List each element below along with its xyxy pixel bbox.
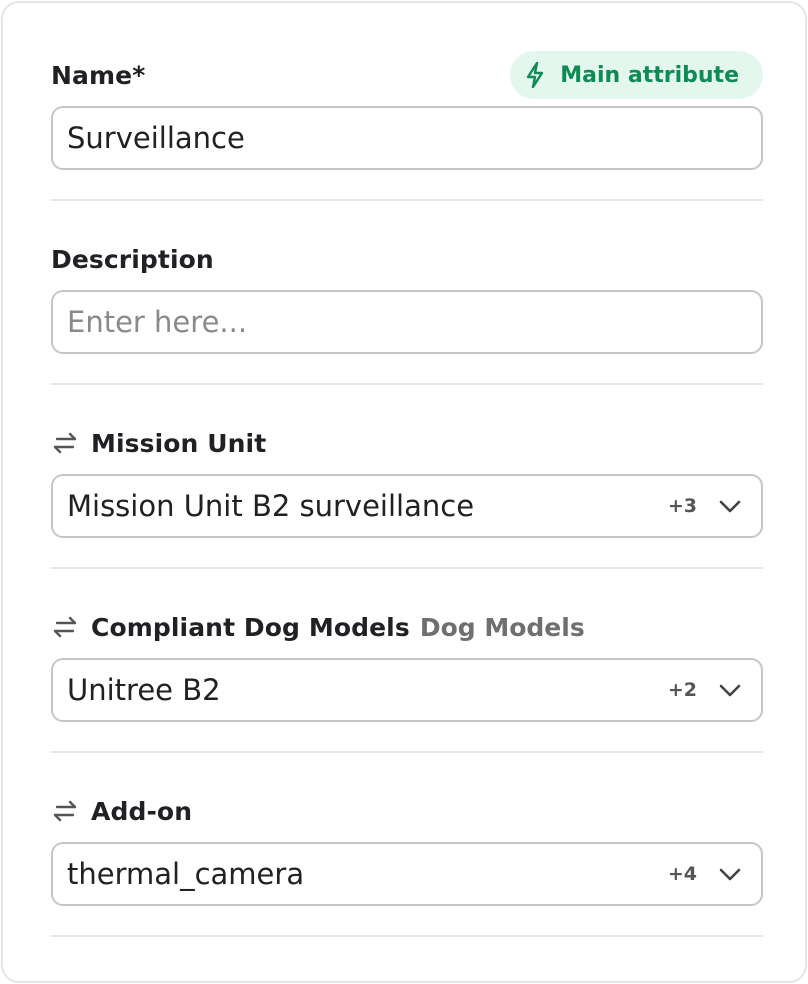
chevron-down-icon[interactable] (717, 493, 743, 519)
compliant-dog-models-select[interactable]: Unitree B2 +2 (51, 658, 763, 722)
name-input[interactable] (67, 121, 727, 155)
add-on-extra-count: +4 (667, 863, 697, 885)
compliant-dog-models-sublabel: Dog Models (419, 612, 585, 642)
mission-unit-label-row: Mission Unit (51, 423, 763, 463)
compliant-dog-models-value: Unitree B2 (67, 673, 221, 707)
name-input-wrapper[interactable] (51, 106, 763, 170)
main-attribute-badge: Main attribute (510, 51, 763, 99)
divider (51, 935, 763, 937)
description-label-row: Description (51, 239, 763, 279)
add-on-value: thermal_camera (67, 857, 305, 891)
arrows-left-right-icon (51, 429, 79, 457)
mission-unit-select[interactable]: Mission Unit B2 surveillance +3 (51, 474, 763, 538)
mission-unit-value: Mission Unit B2 surveillance (67, 489, 475, 523)
compliant-dog-models-extra-count: +2 (667, 679, 697, 701)
mission-unit-label: Mission Unit (91, 428, 267, 458)
divider (51, 383, 763, 385)
attribute-form-card: Name* Main attribute Description (1, 1, 807, 983)
description-input-wrapper[interactable] (51, 290, 763, 354)
description-label: Description (51, 244, 214, 274)
name-label: Name* (51, 60, 146, 90)
arrows-left-right-icon (51, 613, 79, 641)
lightning-bolt-icon (524, 61, 546, 89)
chevron-down-icon[interactable] (717, 861, 743, 887)
main-attribute-badge-label: Main attribute (560, 62, 739, 88)
arrows-left-right-icon (51, 797, 79, 825)
add-on-select[interactable]: thermal_camera +4 (51, 842, 763, 906)
divider (51, 751, 763, 753)
compliant-dog-models-label: Compliant Dog Models (91, 612, 410, 642)
divider (51, 567, 763, 569)
description-input[interactable] (67, 305, 727, 339)
add-on-label-row: Add-on (51, 791, 763, 831)
compliant-dog-models-label-row: Compliant Dog Models Dog Models (51, 607, 763, 647)
divider (51, 199, 763, 201)
mission-unit-extra-count: +3 (667, 495, 697, 517)
add-on-label: Add-on (91, 796, 193, 826)
chevron-down-icon[interactable] (717, 677, 743, 703)
